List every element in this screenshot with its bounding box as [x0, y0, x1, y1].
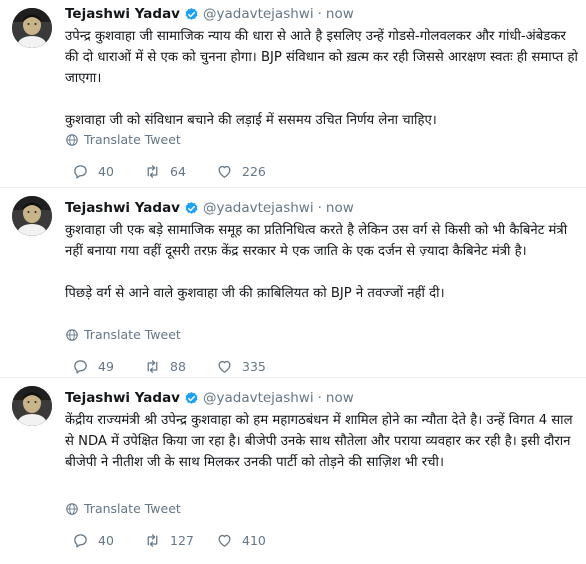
translate-tweet-link[interactable]: Translate Tweet: [65, 501, 181, 516]
separator-dot: ·: [317, 390, 322, 406]
reply-button[interactable]: 49: [72, 358, 144, 375]
verified-badge-icon: [184, 391, 199, 406]
tweet-paragraph: कुशवाहा जी को संविधान बचाने की लड़ाई में…: [65, 113, 437, 128]
reply-icon: [74, 534, 87, 548]
avatar-image: [12, 386, 52, 426]
globe-icon: [66, 502, 78, 515]
reply-icon: [74, 360, 87, 374]
avatar[interactable]: [12, 386, 52, 426]
retweet-icon: [147, 534, 158, 547]
translate-label: Translate Tweet: [84, 501, 181, 516]
globe-icon: [66, 328, 78, 341]
avatar[interactable]: [12, 8, 52, 48]
avatar[interactable]: [12, 196, 52, 236]
author-name[interactable]: Tejashwi Yadav: [65, 6, 180, 22]
tweet-text: कुशवाहा जी एक बड़े सामाजिक समूह का प्रति…: [65, 220, 580, 304]
tweet-timeline: Tejashwi Yadav @yadavtejashwi · now उपेन…: [0, 0, 586, 564]
heart-icon: [218, 534, 231, 547]
reply-count: 40: [98, 533, 114, 548]
author-handle[interactable]: @yadavtejashwi: [203, 200, 314, 216]
like-count: 226: [242, 164, 266, 179]
retweet-button[interactable]: 64: [144, 163, 216, 180]
tweet-actions: 49 88 335: [72, 358, 288, 375]
retweet-button[interactable]: 88: [144, 358, 216, 375]
tweet-paragraph: कुशवाहा जी एक बड़े सामाजिक समूह का प्रति…: [65, 223, 568, 259]
author-name[interactable]: Tejashwi Yadav: [65, 390, 180, 406]
author-handle[interactable]: @yadavtejashwi: [203, 390, 314, 406]
separator-dot: ·: [317, 6, 322, 22]
tweet[interactable]: Tejashwi Yadav @yadavtejashwi · now केंद…: [0, 378, 586, 564]
reply-icon: [74, 165, 87, 179]
reply-count: 40: [98, 164, 114, 179]
timestamp[interactable]: now: [326, 390, 354, 406]
separator-dot: ·: [317, 200, 322, 216]
tweet-paragraph: केंद्रीय राज्यमंत्री श्री उपेन्द्र कुशवा…: [65, 413, 573, 470]
reply-button[interactable]: 40: [72, 532, 144, 549]
timestamp[interactable]: now: [326, 6, 354, 22]
translate-tweet-link[interactable]: Translate Tweet: [65, 132, 181, 147]
tweet-paragraph: उपेन्द्र कुशवाहा जी सामाजिक न्याय की धार…: [65, 29, 578, 86]
avatar-image: [12, 196, 52, 236]
tweet-actions: 40 64 226: [72, 163, 288, 180]
retweet-count: 88: [170, 359, 186, 374]
tweet-paragraph: पिछड़े वर्ग से आने वाले कुशवाहा जी की क़…: [65, 286, 445, 301]
like-count: 335: [242, 359, 266, 374]
reply-count: 49: [98, 359, 114, 374]
retweet-icon: [147, 360, 158, 373]
retweet-count: 64: [170, 164, 186, 179]
retweet-icon: [147, 165, 158, 178]
retweet-button[interactable]: 127: [144, 532, 216, 549]
tweet-text: उपेन्द्र कुशवाहा जी सामाजिक न्याय की धार…: [65, 26, 580, 131]
reply-button[interactable]: 40: [72, 163, 144, 180]
translate-tweet-link[interactable]: Translate Tweet: [65, 327, 181, 342]
tweet-actions: 40 127 410: [72, 532, 288, 549]
heart-icon: [218, 165, 231, 178]
timestamp[interactable]: now: [326, 200, 354, 216]
author-name[interactable]: Tejashwi Yadav: [65, 200, 180, 216]
translate-label: Translate Tweet: [84, 132, 181, 147]
verified-badge-icon: [184, 201, 199, 216]
globe-icon: [66, 133, 78, 146]
tweet-text: केंद्रीय राज्यमंत्री श्री उपेन्द्र कुशवा…: [65, 410, 580, 473]
translate-label: Translate Tweet: [84, 327, 181, 342]
like-button[interactable]: 335: [216, 358, 288, 375]
author-handle[interactable]: @yadavtejashwi: [203, 6, 314, 22]
tweet[interactable]: Tejashwi Yadav @yadavtejashwi · now उपेन…: [0, 0, 586, 188]
like-button[interactable]: 226: [216, 163, 288, 180]
verified-badge-icon: [184, 7, 199, 22]
like-button[interactable]: 410: [216, 532, 288, 549]
retweet-count: 127: [170, 533, 194, 548]
avatar-image: [12, 8, 52, 48]
heart-icon: [218, 360, 231, 373]
tweet[interactable]: Tejashwi Yadav @yadavtejashwi · now कुशव…: [0, 188, 586, 378]
like-count: 410: [242, 533, 266, 548]
